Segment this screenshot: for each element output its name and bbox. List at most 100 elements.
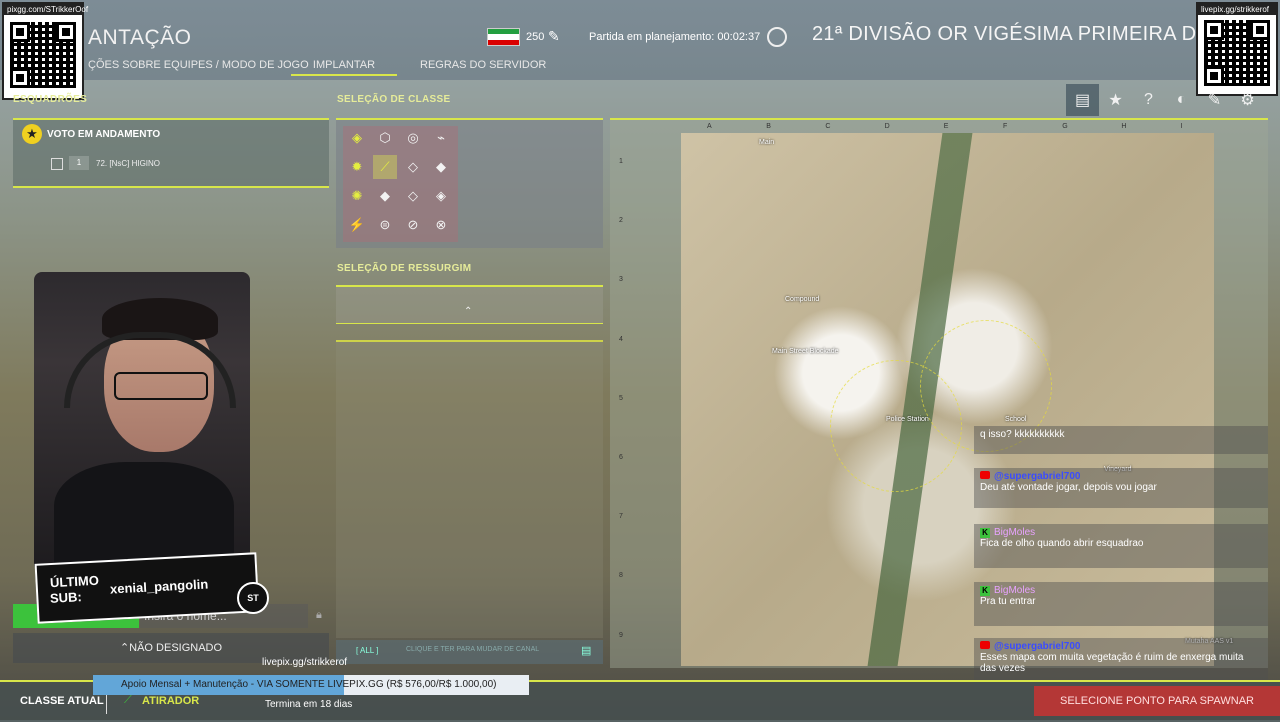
division-title: 21ª DIVISÃO OR VIGÉSIMA PRIMEIRA DI — [812, 23, 1203, 45]
chat-text: Pra tu entrar — [980, 596, 1036, 607]
class-hat-icon[interactable]: ◈ — [429, 184, 453, 208]
class-squad-leader-icon[interactable]: ◈ — [345, 126, 369, 150]
unassigned-label: NÃO DESIGNADO — [129, 642, 223, 654]
class-grid: ◈ ⬡ ◎ ⌁ ✹ ⟋ ◇ ◆ ✺ ◆ ◇ ◈ ⚡ ⊜ ⊘ ⊗ — [345, 126, 457, 242]
stream-chat-message: K BigMoles Fica de olho quando abrir esqu… — [974, 524, 1268, 568]
glasses — [114, 372, 208, 400]
youtube-icon — [980, 471, 990, 479]
class-unarmed-icon[interactable]: ⊗ — [429, 213, 453, 237]
map-label-main-street: Main Street Blockade — [772, 348, 839, 355]
map-col-label: A — [707, 123, 712, 130]
kick-icon: K — [980, 586, 990, 596]
chat-icon[interactable]: ▤ — [1066, 84, 1099, 116]
map-row-label: 9 — [619, 631, 623, 639]
qr-finder — [1204, 66, 1224, 86]
class-crewman-icon[interactable]: ⊘ — [401, 213, 425, 237]
map-col-label: G — [1062, 123, 1068, 130]
class-medic-icon[interactable]: ✹ — [345, 155, 369, 179]
vote-label: VOTO EM ANDAMENTO — [47, 129, 161, 140]
support-goal-bar: Apoio Mensal + Manutenção - VIA SOMENTE … — [93, 675, 529, 695]
tab-server-rules[interactable]: REGRAS DO SERVIDOR — [420, 59, 546, 71]
livepix-link: livepix.gg/strikkerof — [262, 657, 348, 668]
tickets-count: 250 — [526, 31, 545, 43]
tab-deploy[interactable]: IMPLANTAR — [291, 59, 397, 76]
page-title: ANTAÇÃO — [88, 26, 192, 49]
map-toolbar: ▤ ★ ? ◐ ✎ ⚙ — [1066, 84, 1268, 116]
respawn-list — [336, 340, 603, 638]
squads-header: ESQUADRÕES — [13, 94, 88, 105]
qr-code-right: livepix.gg/strikkerof — [1196, 2, 1278, 96]
current-class-label: CLASSE ATUAL — [20, 695, 104, 707]
map-col-label: I — [1180, 123, 1183, 130]
support-goal-ends: Termina em 18 dias — [265, 699, 353, 710]
class-grenadier-icon[interactable]: ✺ — [345, 184, 369, 208]
qr-left-label: pixgg.com/STrikkerOof — [4, 4, 88, 15]
ticket-icon: ✎ — [548, 28, 560, 44]
map-row-label: 7 — [619, 513, 623, 521]
marksman-icon: ⟋ — [124, 694, 132, 706]
squad-number: 1 — [69, 156, 89, 170]
class-lat-icon[interactable]: ◇ — [401, 184, 425, 208]
star-icon: ★ — [22, 124, 42, 144]
class-at-icon[interactable]: ◆ — [373, 184, 397, 208]
respawn-panel — [336, 285, 603, 324]
match-timer: Partida em planejamento: 00:02:37 — [589, 31, 761, 43]
map-label-compound: Compound — [785, 296, 820, 303]
st-logo: ST — [237, 582, 269, 614]
qr-finder — [1250, 20, 1270, 40]
webcam-overlay — [34, 272, 250, 572]
class-engineer-icon[interactable]: ◇ — [401, 155, 425, 179]
map-row-label: 5 — [619, 394, 623, 402]
class-marksman-icon[interactable]: ⟋ — [373, 155, 397, 179]
chevron-up-icon[interactable]: ⌃ — [464, 306, 472, 317]
respawn-header: SELEÇÃO DE RESSURGIM — [337, 263, 472, 274]
help-icon[interactable]: ? — [1132, 84, 1165, 116]
game-chat-bar[interactable]: [ ALL ] CLIQUE E TER PARA MUDAR DE CANAL… — [336, 640, 603, 664]
class-pilot-icon[interactable]: ⌁ — [429, 126, 453, 150]
youtube-icon — [980, 641, 990, 649]
team-flag — [487, 28, 520, 46]
chat-text: Deu até vontade jogar, depois vou jogar — [980, 482, 1157, 493]
gear-icon[interactable]: ⚙ — [1231, 84, 1264, 116]
map-row-label: 6 — [619, 454, 623, 461]
qr-finder — [10, 68, 30, 88]
squad-name[interactable]: 72. [NsC] HIGINO — [96, 159, 160, 168]
star-icon[interactable]: ★ — [1099, 84, 1132, 116]
class-sniper-icon[interactable]: ⚡ — [345, 213, 369, 237]
chevron-up-icon: ⌃ — [119, 642, 130, 654]
tab-team-info[interactable]: ÇÕES SOBRE EQUIPES / MODO DE JOGO — [88, 59, 309, 71]
lock-icon[interactable]: 🔒︎ — [316, 609, 322, 622]
class-ammo-icon[interactable]: ◆ — [429, 155, 453, 179]
class-header: SELEÇÃO DE CLASSE — [337, 94, 451, 105]
map-col-label: B — [766, 123, 771, 130]
chat-user: BigMoles — [994, 527, 1036, 538]
class-driver-icon[interactable]: ◎ — [401, 126, 425, 150]
chat-text: Fica de olho quando abrir esquadrao — [980, 538, 1144, 549]
chat-user: @supergabriel700 — [994, 641, 1081, 652]
map-col-label: E — [943, 123, 949, 130]
map-label-main: Main — [759, 139, 775, 146]
current-class-value: ATIRADOR — [142, 695, 200, 707]
map-col-label: F — [1003, 123, 1008, 130]
chat-text: q isso? kkkkkkkkkk — [980, 429, 1065, 440]
voice-icon[interactable]: ◐ — [1165, 84, 1198, 116]
qr-finder — [56, 22, 76, 42]
chat-icon[interactable]: ▤ — [581, 644, 591, 657]
stream-chat-message: @supergabriel700 Deu até vontade jogar, … — [974, 468, 1268, 508]
support-goal-text: Apoio Mensal + Manutenção - VIA SOMENTE … — [121, 679, 497, 690]
last-sub-label: ÚLTIMO — [49, 572, 100, 591]
chat-user: @supergabriel700 — [994, 471, 1081, 482]
qr-finder — [10, 22, 30, 42]
map-col-label: D — [884, 123, 890, 130]
tools-icon[interactable]: ✎ — [1198, 84, 1231, 116]
qr-right-label: livepix.gg/strikkerof — [1198, 4, 1276, 15]
stream-chat-message: K BigMoles Pra tu entrar — [974, 582, 1268, 626]
select-spawn-button[interactable]: SELECIONE PONTO PARA SPAWNAR — [1034, 686, 1280, 716]
class-mg-icon[interactable]: ⊜ — [373, 213, 397, 237]
qr-code-left: pixgg.com/STrikkerOof — [2, 2, 88, 100]
squad-checkbox[interactable] — [51, 158, 63, 170]
qr-finder — [1204, 20, 1224, 40]
class-rifleman-icon[interactable]: ⬡ — [373, 126, 397, 150]
chat-user: BigMoles — [994, 585, 1036, 596]
kick-icon: K — [980, 528, 990, 538]
